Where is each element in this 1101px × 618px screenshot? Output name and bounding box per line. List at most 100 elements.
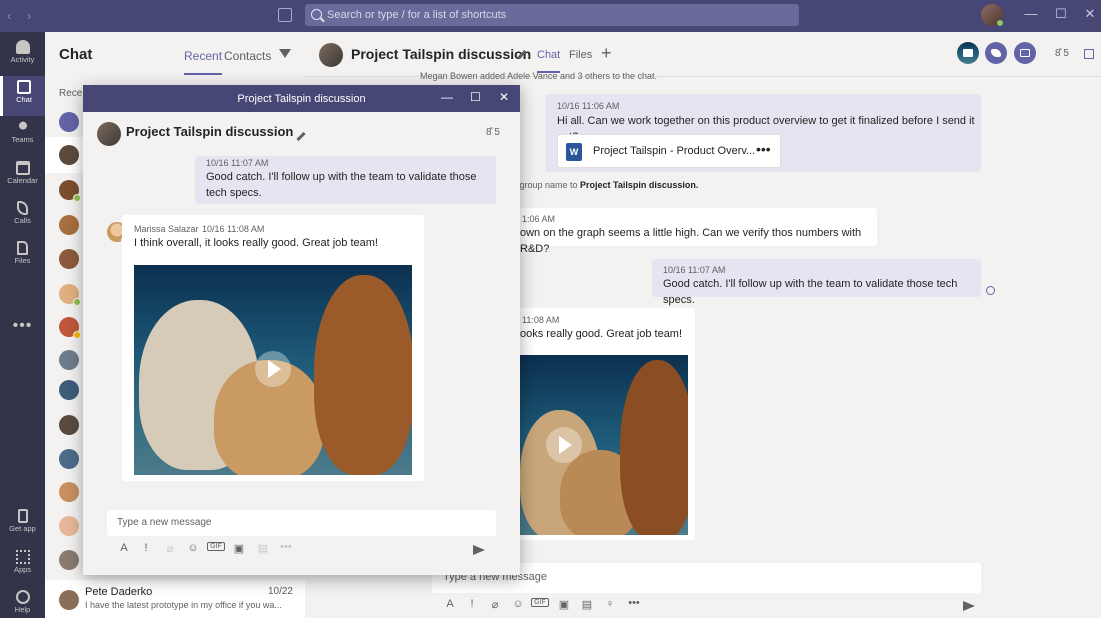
- audio-call-button[interactable]: [985, 42, 1007, 64]
- rail-apps[interactable]: Apps: [0, 546, 45, 586]
- important-icon[interactable]: !: [465, 598, 479, 610]
- rail-help[interactable]: Help: [0, 586, 45, 618]
- more-apps-button[interactable]: •••: [0, 317, 45, 335]
- participants-button[interactable]: 8̊ 5: [1055, 48, 1069, 59]
- meet-icon[interactable]: ▤: [256, 542, 270, 555]
- chat-item-avatar[interactable]: [59, 482, 79, 502]
- chat-item-avatar[interactable]: [59, 249, 79, 269]
- popout-title-bar: Project Tailspin discussion — ☐ ✕: [83, 85, 520, 112]
- filter-icon[interactable]: [279, 49, 291, 58]
- gif-icon[interactable]: GIF: [207, 542, 225, 551]
- tab-files[interactable]: Files: [569, 49, 592, 61]
- chat-item-avatar[interactable]: [59, 112, 79, 132]
- more-options-icon[interactable]: •••: [625, 597, 643, 609]
- rail-label: Calendar: [7, 176, 38, 185]
- emoji-icon[interactable]: ☺: [511, 598, 525, 610]
- video-call-button[interactable]: [957, 42, 979, 64]
- rail-teams[interactable]: Teams: [0, 116, 45, 156]
- back-icon[interactable]: ‹: [7, 8, 11, 23]
- rail-activity[interactable]: Activity: [0, 36, 45, 76]
- video-icon: [963, 49, 973, 57]
- tab-contacts[interactable]: Contacts: [224, 49, 271, 63]
- minimize-button[interactable]: —: [1021, 6, 1041, 21]
- more-options-button[interactable]: •••: [756, 141, 771, 157]
- chat-item-avatar[interactable]: [59, 350, 79, 370]
- teams-icon: [15, 120, 30, 134]
- read-receipt-icon: [986, 286, 995, 295]
- message-bubble[interactable]: 10/16 11:07 AM Good catch. I'll follow u…: [652, 259, 981, 306]
- praise-icon[interactable]: ♀: [603, 598, 617, 610]
- tab-recent[interactable]: Recent: [184, 49, 223, 75]
- chat-item-avatar[interactable]: [59, 215, 79, 235]
- message-bubble[interactable]: 1:06 AM own on the graph seems a little …: [510, 208, 877, 255]
- chat-item-pete-daderko[interactable]: Pete Daderko 10/22 I have the latest pro…: [45, 580, 305, 618]
- rail-chat[interactable]: Chat: [0, 76, 45, 116]
- popout-window-title: Project Tailspin discussion: [237, 93, 366, 105]
- rail-calls[interactable]: Calls: [0, 197, 45, 237]
- chat-item-avatar[interactable]: [59, 516, 79, 536]
- message-bubble[interactable]: 11:08 AM ooks really good. Great job tea…: [510, 308, 695, 540]
- user-avatar[interactable]: [981, 4, 1004, 27]
- chat-title: Project Tailspin discussion: [351, 46, 532, 62]
- participants-button[interactable]: 8̊ 5: [486, 127, 500, 138]
- chat-item-avatar[interactable]: [59, 317, 81, 339]
- message-time: 11:08 AM: [522, 315, 560, 325]
- rail-get-app[interactable]: Get app: [0, 505, 45, 545]
- gif-video[interactable]: [134, 265, 412, 475]
- maximize-button[interactable]: ☐: [470, 90, 481, 104]
- search-input[interactable]: Search or type / for a list of shortcuts: [305, 4, 799, 26]
- play-icon[interactable]: [546, 427, 582, 463]
- chat-item-avatar[interactable]: [59, 180, 81, 202]
- minimize-button[interactable]: —: [441, 90, 453, 104]
- sticker-icon[interactable]: ▣: [557, 598, 571, 611]
- rail-files[interactable]: Files: [0, 237, 45, 277]
- gif-icon[interactable]: GIF: [531, 598, 549, 607]
- chat-item-avatar[interactable]: [59, 284, 81, 306]
- more-options-icon[interactable]: •••: [277, 541, 295, 553]
- close-button[interactable]: ✕: [499, 90, 509, 104]
- new-chat-icon[interactable]: [278, 8, 292, 22]
- meet-icon[interactable]: ▤: [580, 598, 594, 611]
- emoji-icon[interactable]: ☺: [186, 542, 200, 554]
- sticker-icon[interactable]: ▣: [232, 542, 246, 555]
- message-time: 1:06 AM: [522, 214, 556, 224]
- title-bar: ‹ › Search or type / for a list of short…: [0, 0, 1101, 32]
- close-button[interactable]: ✕: [1080, 6, 1100, 22]
- word-file-icon: W: [566, 143, 582, 161]
- app-rail: Activity Chat Teams Calendar Calls Files…: [0, 32, 45, 618]
- message-text: Good catch. I'll follow up with the team…: [663, 278, 958, 306]
- rail-label: Apps: [13, 565, 32, 574]
- gif-video[interactable]: [520, 355, 688, 535]
- message-bubble[interactable]: 10/16 11:07 AM Good catch. I'll follow u…: [195, 156, 496, 204]
- send-icon[interactable]: [963, 601, 975, 611]
- share-screen-button[interactable]: [1014, 42, 1036, 64]
- popout-icon[interactable]: [1084, 49, 1094, 59]
- attach-icon[interactable]: ⌀: [163, 542, 177, 555]
- file-attachment[interactable]: W Project Tailspin - Product Overv... ••…: [557, 134, 781, 168]
- help-icon: [15, 590, 30, 604]
- edit-pencil-icon[interactable]: [296, 131, 306, 142]
- send-icon[interactable]: [473, 545, 485, 555]
- file-name: Project Tailspin - Product Overv...: [593, 145, 756, 157]
- maximize-button[interactable]: ☐: [1051, 6, 1071, 22]
- rail-calendar[interactable]: Calendar: [0, 157, 45, 197]
- format-icon[interactable]: A: [443, 598, 457, 610]
- format-icon[interactable]: A: [117, 542, 131, 554]
- attach-icon[interactable]: ⌀: [488, 598, 502, 611]
- chat-item-avatar[interactable]: [59, 145, 79, 165]
- chat-item-avatar[interactable]: [59, 380, 79, 400]
- message-author: Marissa Salazar: [134, 224, 199, 234]
- chat-item-avatar[interactable]: [59, 415, 79, 435]
- tab-chat[interactable]: Chat: [537, 49, 561, 73]
- chat-item-avatar[interactable]: [59, 449, 79, 469]
- message-bubble[interactable]: Marissa Salazar 10/16 11:08 AM I think o…: [122, 215, 424, 481]
- group-avatar: [97, 122, 121, 146]
- important-icon[interactable]: !: [139, 542, 153, 554]
- chat-item-avatar[interactable]: [59, 550, 79, 570]
- forward-icon[interactable]: ›: [27, 8, 31, 23]
- play-icon[interactable]: [255, 351, 291, 387]
- add-tab-button[interactable]: +: [601, 43, 612, 64]
- message-compose-box[interactable]: Type a new message: [107, 510, 496, 536]
- status-available-icon: [996, 19, 1004, 27]
- rail-label: Get app: [9, 524, 36, 533]
